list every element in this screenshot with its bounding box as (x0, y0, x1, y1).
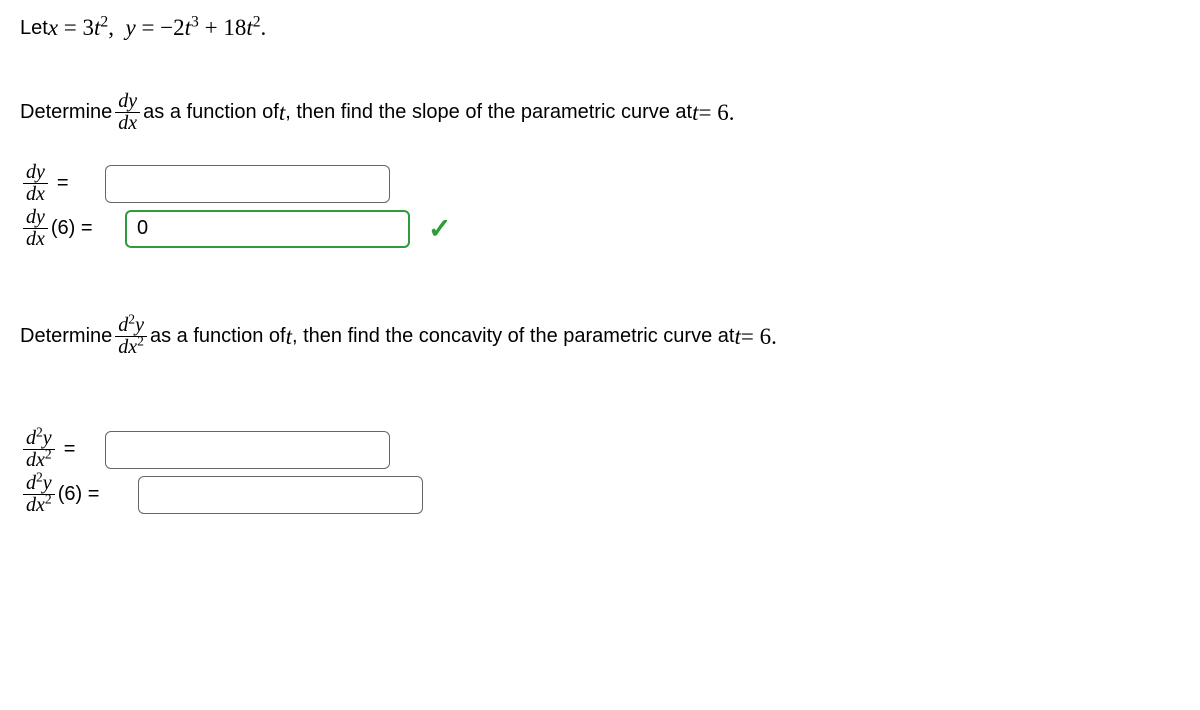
part2-prompt: Determine d2y dx2 as a function of t , t… (20, 315, 1180, 358)
d2ydx2-function-row: d2y dx2 = (20, 428, 1180, 471)
d2ydx2-at-6-input[interactable] (138, 476, 423, 514)
problem-statement: Let x = 3t2, y = −2t3 + 18t2. (20, 15, 1180, 41)
fraction-dydx-lhs-2: dy dx (23, 207, 48, 250)
fraction-d2ydx2-lhs-2: d2y dx2 (23, 473, 55, 516)
fraction-d2ydx2-lhs: d2y dx2 (23, 428, 55, 471)
let-text: Let (20, 17, 48, 40)
dydx-at-6-row: dy dx (6) = 0 ✓ (20, 207, 1180, 250)
dydx-function-row: dy dx = (20, 162, 1180, 205)
fraction-dydx: dy dx (115, 91, 140, 134)
dydx-function-input[interactable] (105, 165, 390, 203)
fraction-dydx-lhs: dy dx (23, 162, 48, 205)
d2ydx2-at-6-row: d2y dx2 (6) = (20, 473, 1180, 516)
fraction-d2ydx2: d2y dx2 (115, 315, 147, 358)
dydx-at-6-input[interactable]: 0 (125, 210, 410, 248)
check-icon: ✓ (428, 212, 451, 245)
part1-prompt: Determine dy dx as a function of t , the… (20, 91, 1180, 134)
d2ydx2-function-input[interactable] (105, 431, 390, 469)
